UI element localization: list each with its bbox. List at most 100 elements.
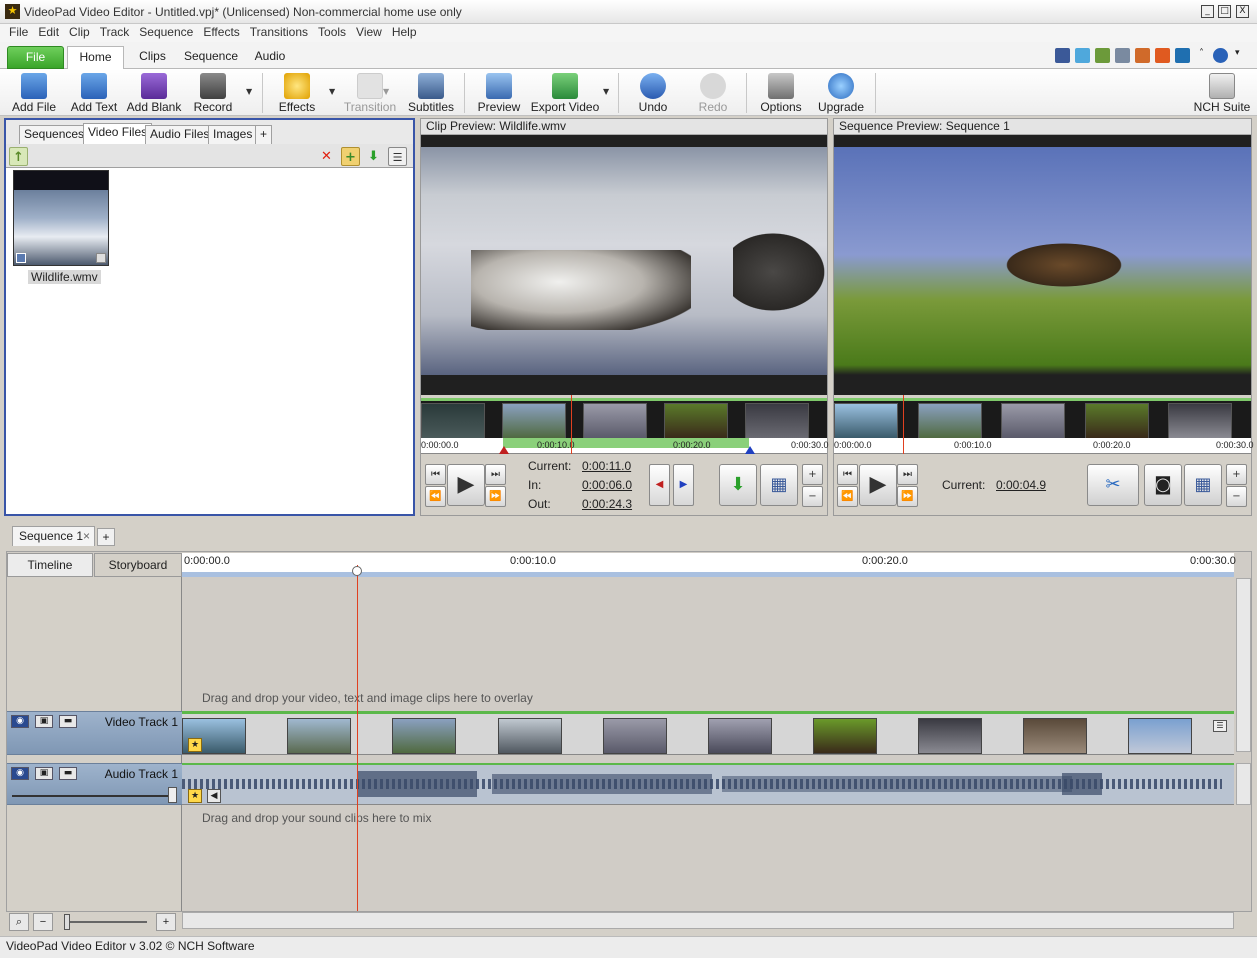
menu-clip[interactable]: Clip xyxy=(64,24,95,40)
audio-effect-star-icon[interactable]: ★ xyxy=(188,789,202,803)
timeline-horizontal-scrollbar[interactable] xyxy=(182,912,1234,929)
volume-slider-thumb[interactable] xyxy=(168,787,177,803)
tab-file[interactable]: File xyxy=(7,46,64,69)
tab-video-files[interactable]: Video Files xyxy=(83,123,153,144)
record-dropdown-icon[interactable]: ▼ xyxy=(246,87,252,96)
set-in-button[interactable]: ◀ xyxy=(649,464,670,506)
help-icon[interactable] xyxy=(1213,48,1228,63)
menu-transitions[interactable]: Transitions xyxy=(245,24,313,40)
tab-clips[interactable]: Clips xyxy=(130,46,175,69)
timeline-clip[interactable] xyxy=(498,718,562,754)
playhead-handle[interactable] xyxy=(352,566,362,576)
linkedin-icon[interactable] xyxy=(1175,48,1190,63)
redo-button[interactable]: Redo xyxy=(690,71,736,115)
seq-prev-frame-button[interactable]: ⏮ xyxy=(837,464,858,485)
tab-audio[interactable]: Audio xyxy=(250,46,290,69)
stumble-icon[interactable] xyxy=(1135,48,1150,63)
maximize-button[interactable]: □ xyxy=(1218,5,1231,18)
network-icon[interactable] xyxy=(1115,48,1130,63)
seq-next-frame-button[interactable]: ⏭ xyxy=(897,464,918,485)
clip-snapshot-button[interactable]: ▦ xyxy=(760,464,798,506)
folder-up-icon[interactable]: ↑ xyxy=(9,147,28,166)
minimize-button[interactable]: _ xyxy=(1201,5,1214,18)
place-on-sequence-button[interactable]: ⬇ xyxy=(719,464,757,506)
menu-sequence[interactable]: Sequence xyxy=(134,24,198,40)
sequence-preview-video[interactable] xyxy=(834,135,1251,395)
seq-snapshot-button[interactable]: ▦ xyxy=(1184,464,1222,506)
upgrade-button[interactable]: Upgrade xyxy=(814,71,868,115)
current-time[interactable]: 0:00:11.0 xyxy=(582,459,631,473)
add-sequence-button[interactable]: + xyxy=(97,528,115,546)
chevron-down-icon[interactable]: ▾ xyxy=(1235,48,1240,58)
clip-preview-video[interactable] xyxy=(421,135,833,395)
facebook-icon[interactable] xyxy=(1055,48,1070,63)
timeline-clip[interactable] xyxy=(708,718,772,754)
clip-ruler[interactable]: 0:00:00.0 0:00:10.0 0:00:20.0 0:00:30.0 xyxy=(421,438,829,454)
in-time[interactable]: 0:00:06.0 xyxy=(582,478,632,492)
zoom-in-timeline-icon[interactable]: + xyxy=(156,913,176,931)
volume-slider-track[interactable] xyxy=(12,795,172,797)
close-button[interactable]: X xyxy=(1236,5,1249,18)
lock-icon[interactable]: ▣ xyxy=(35,715,53,728)
effect-star-icon[interactable]: ★ xyxy=(188,738,202,752)
out-time[interactable]: 0:00:24.3 xyxy=(582,497,632,511)
timeline-clip[interactable] xyxy=(918,718,982,754)
audio-track[interactable]: ★ ◀ xyxy=(182,763,1234,805)
timeline-ruler[interactable]: 0:00:00.0 0:00:10.0 0:00:20.0 0:00:30.0 xyxy=(182,553,1236,577)
set-out-button[interactable]: ▶ xyxy=(673,464,694,506)
audio-scrollbar[interactable] xyxy=(1236,763,1251,805)
go-start-button[interactable]: ⏪ xyxy=(425,486,446,507)
split-scissors-button[interactable]: ✂ xyxy=(1087,464,1139,506)
list-view-icon[interactable]: ☰ xyxy=(388,147,407,166)
out-marker[interactable] xyxy=(745,446,755,454)
speaker-icon[interactable]: ◉ xyxy=(11,767,29,780)
menu-file[interactable]: File xyxy=(4,24,33,40)
add-text-button[interactable]: Add Text xyxy=(66,71,122,115)
add-file-button[interactable]: Add File xyxy=(8,71,60,115)
subtitles-button[interactable]: Subtitles xyxy=(406,71,456,115)
timeline-clip[interactable] xyxy=(813,718,877,754)
seq-zoom-out-icon[interactable]: − xyxy=(1226,486,1247,507)
clip-play-button[interactable]: ▶ xyxy=(447,464,485,506)
export-dropdown-icon[interactable]: ▼ xyxy=(603,87,609,96)
timeline-playhead[interactable] xyxy=(357,565,358,911)
overlay-track-area[interactable]: Drag and drop your video, text and image… xyxy=(182,577,1234,711)
add-blank-button[interactable]: Add Blank xyxy=(126,71,182,115)
timeline-clip[interactable] xyxy=(1023,718,1087,754)
transition-button[interactable]: Transition xyxy=(342,71,398,115)
effects-button[interactable]: Effects xyxy=(272,71,322,115)
clip-playhead[interactable] xyxy=(571,395,572,454)
eye-icon[interactable]: ◉ xyxy=(11,715,29,728)
tab-sequences[interactable]: Sequences xyxy=(19,125,90,144)
seq-go-start-button[interactable]: ⏪ xyxy=(837,486,858,507)
video-track[interactable]: ★ ☰ xyxy=(182,711,1234,755)
zoom-slider-thumb[interactable] xyxy=(64,914,70,930)
menu-effects[interactable]: Effects xyxy=(198,24,244,40)
camera-snapshot-button[interactable]: ◙ xyxy=(1144,464,1182,506)
effects-dropdown-icon[interactable]: ▼ xyxy=(329,87,335,96)
minimize-track-icon[interactable]: ▬ xyxy=(59,715,77,728)
timeline-zoom-slider[interactable] xyxy=(65,921,147,923)
twitter-icon[interactable] xyxy=(1075,48,1090,63)
sequence-ruler[interactable]: 0:00:00.0 0:00:10.0 0:00:20.0 0:00:30.0 xyxy=(834,438,1254,454)
share-icon[interactable] xyxy=(1095,48,1110,63)
prev-frame-button[interactable]: ⏮ xyxy=(425,464,446,485)
sequence-tab[interactable]: Sequence 1 × xyxy=(12,526,95,546)
zoom-out-icon[interactable]: − xyxy=(802,486,823,507)
timeline-clip[interactable] xyxy=(392,718,456,754)
preview-button[interactable]: Preview xyxy=(474,71,524,115)
tab-sequence[interactable]: Sequence xyxy=(180,46,242,69)
timeline-clip[interactable] xyxy=(603,718,667,754)
lock-icon[interactable]: ▣ xyxy=(35,767,53,780)
minimize-track-icon[interactable]: ▬ xyxy=(59,767,77,780)
options-button[interactable]: Options xyxy=(756,71,806,115)
menu-view[interactable]: View xyxy=(351,24,387,40)
move-down-icon[interactable]: ⬇ xyxy=(364,147,383,166)
transition-dropdown-icon[interactable]: ▼ xyxy=(383,87,389,96)
next-frame-button[interactable]: ⏭ xyxy=(485,464,506,485)
new-folder-icon[interactable]: + xyxy=(341,147,360,166)
clip-thumbnail[interactable] xyxy=(13,170,109,266)
tab-storyboard[interactable]: Storyboard xyxy=(94,553,182,577)
chevron-up-icon[interactable]: ˄ xyxy=(1199,48,1204,59)
menu-track[interactable]: Track xyxy=(95,24,135,40)
